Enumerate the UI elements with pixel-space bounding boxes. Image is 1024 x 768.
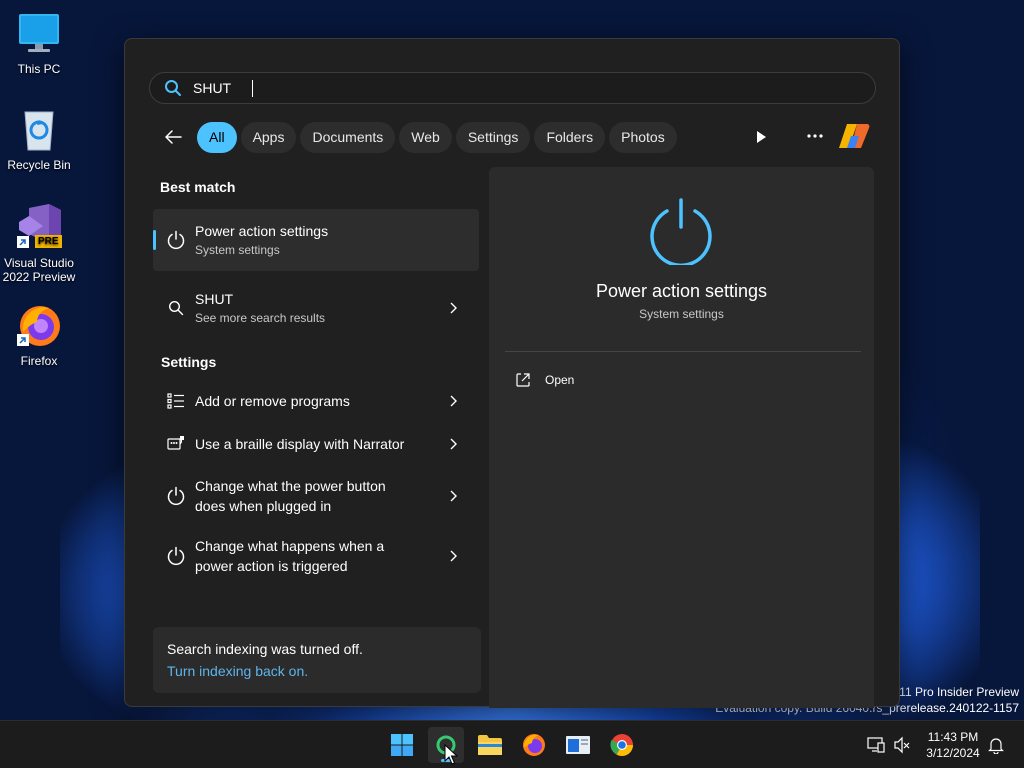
open-external-icon [516,373,530,387]
result-title-line2: does when plugged in [195,498,332,514]
desktop-icon-label: Visual Studio 2022 Preview [2,256,76,284]
visual-studio-icon: PRE [15,204,63,252]
indexing-message: Search indexing was turned off. [167,641,363,657]
result-power-action-settings[interactable]: Power action settings System settings [153,209,479,271]
arrow-left-icon [165,130,182,144]
open-label: Open [545,373,575,387]
chrome-taskbar-button[interactable] [604,727,640,763]
chevron-right-icon [443,546,463,566]
narrator-icon [165,433,187,455]
desktop-icon-label: Recycle Bin [7,158,71,172]
os-watermark-line1: s 11 Pro Insider Preview [889,685,1019,699]
filter-photos[interactable]: Photos [609,121,677,153]
back-button[interactable] [161,125,185,149]
result-braille-display[interactable]: Use a braille display with Narrator [153,423,479,465]
filter-all[interactable]: All [197,121,237,153]
pre-badge: PRE [35,235,62,248]
chevron-right-icon [443,486,463,506]
app-taskbar-button[interactable] [560,727,596,763]
result-title: Power action settings [195,223,329,239]
result-power-button-plugged-in[interactable]: Change what the power button does when p… [153,467,479,525]
result-title: SHUT [195,291,234,307]
result-add-remove-programs[interactable]: Add or remove programs [153,381,479,421]
preview-subtitle: System settings [639,307,724,321]
result-title-line1: Change what the power button [195,478,386,494]
filter-apps[interactable]: Apps [240,121,297,153]
result-subtitle: System settings [195,243,280,257]
open-action[interactable]: Open [515,372,574,388]
bell-icon [988,738,1004,754]
firefox-icon [15,302,63,350]
power-icon [165,545,187,567]
desktop-icon-label: Firefox [20,354,58,368]
best-match-heading: Best match [160,179,236,195]
search-box[interactable] [149,72,876,104]
power-icon [650,198,712,265]
search-icon [165,297,187,319]
volume-muted-icon[interactable] [892,735,912,755]
play-icon [757,131,766,143]
desktop-icon-label: This PC [17,62,61,76]
power-icon [165,229,187,251]
filter-web[interactable]: Web [399,121,452,153]
result-web-search[interactable]: SHUT See more search results [153,277,479,339]
firefox-icon [523,734,545,756]
indexing-notice: Search indexing was turned off. Turn ind… [153,627,481,693]
filter-folders[interactable]: Folders [534,121,606,153]
start-button[interactable] [384,727,420,763]
system-tray [866,721,912,768]
firefox-taskbar-button[interactable] [516,727,552,763]
result-title: Use a braille display with Narrator [195,436,405,452]
result-title-line1: Change what happens when a [195,538,385,554]
divider [505,351,861,352]
preview-pane: Power action settings System settings Op… [489,167,874,708]
power-icon [165,485,187,507]
taskbar: 11:43 PM 3/12/2024 [0,720,1024,768]
chrome-icon [610,734,633,756]
result-title: Add or remove programs [195,393,350,409]
network-icon[interactable] [866,735,886,755]
result-power-action-triggered[interactable]: Change what happens when a power action … [153,527,479,585]
mouse-cursor-icon [444,744,458,765]
copilot-button[interactable] [837,120,871,152]
chevron-right-icon [443,298,463,318]
clock[interactable]: 11:43 PM 3/12/2024 [918,729,988,761]
file-explorer-button[interactable] [472,727,508,763]
selection-indicator [153,230,156,250]
more-filters-play-button[interactable] [753,127,769,147]
windows-logo-icon [391,734,413,756]
turn-indexing-on-link[interactable]: Turn indexing back on. [167,659,467,683]
desktop-icon-this-pc[interactable]: This PC [0,10,78,76]
folder-icon [478,735,502,755]
result-title-line2: power action is triggered [195,558,348,574]
text-caret [252,80,253,97]
list-settings-icon [165,390,187,412]
filter-bar: All Apps Documents Web Settings Folders … [161,121,681,153]
monitor-icon [15,10,63,58]
result-subtitle: See more search results [195,311,326,325]
desktop-icon-recycle-bin[interactable]: Recycle Bin [0,106,78,172]
settings-heading: Settings [161,354,217,370]
search-icon [165,80,181,96]
ellipsis-icon [807,134,823,138]
clock-date: 3/12/2024 [926,746,980,760]
search-input[interactable] [193,80,793,96]
filter-settings[interactable]: Settings [455,121,531,153]
search-panel: All Apps Documents Web Settings Folders … [124,38,900,708]
preview-title: Power action settings [595,281,768,301]
filter-documents[interactable]: Documents [300,121,396,153]
recycle-bin-icon [15,106,63,154]
chevron-right-icon [443,391,463,411]
chevron-right-icon [443,434,463,454]
desktop-icon-visual-studio[interactable]: PRE Visual Studio 2022 Preview [0,204,78,284]
window-app-icon [566,736,590,754]
copilot-icon [839,124,870,148]
notifications-button[interactable] [987,721,1005,768]
more-options-button[interactable] [805,126,825,146]
desktop-icon-firefox[interactable]: Firefox [0,302,78,368]
clock-time: 11:43 PM [927,730,979,744]
